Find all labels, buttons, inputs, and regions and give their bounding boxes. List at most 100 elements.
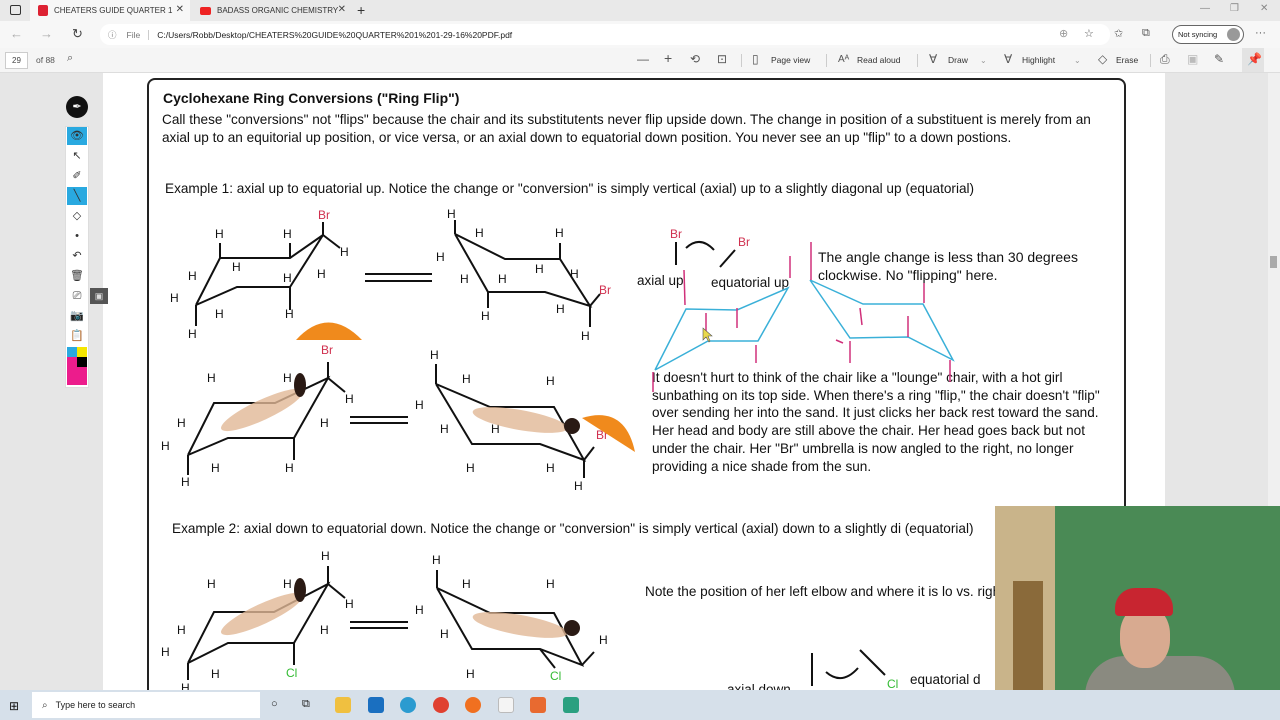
color-swatch-black[interactable]	[77, 357, 87, 367]
camera-icon[interactable]: 📷	[67, 307, 87, 325]
svg-text:H: H	[462, 372, 471, 386]
svg-text:H: H	[320, 416, 329, 430]
svg-text:H: H	[232, 260, 241, 274]
color-swatch-cyan[interactable]	[67, 347, 77, 357]
taskbar: ⊞ ⌕ Type here to search ○ ⧉	[0, 690, 1280, 720]
dot-size-icon[interactable]: •	[67, 227, 87, 245]
trash-icon[interactable]: 🗑	[67, 267, 87, 285]
svg-text:Br: Br	[599, 283, 611, 297]
mail-icon[interactable]	[368, 697, 384, 713]
svg-text:H: H	[215, 307, 224, 321]
chrome-icon[interactable]	[433, 697, 449, 713]
svg-text:H: H	[285, 461, 294, 475]
svg-text:H: H	[170, 291, 179, 305]
equilibrium-arrow	[365, 273, 432, 282]
svg-text:H: H	[340, 245, 349, 259]
app-icon[interactable]	[563, 697, 579, 713]
svg-text:H: H	[432, 553, 441, 567]
sketch-axial-marks	[652, 242, 951, 392]
svg-text:H: H	[283, 271, 292, 285]
svg-text:Br: Br	[738, 235, 750, 249]
svg-text:H: H	[215, 227, 224, 241]
taskbar-search[interactable]: ⌕ Type here to search	[32, 692, 260, 718]
umbrella-image	[296, 322, 362, 340]
webcam-person-cap	[1115, 588, 1173, 616]
pen-logo-icon[interactable]: ✒	[66, 96, 88, 118]
undo-icon[interactable]: ↶	[67, 247, 87, 265]
svg-text:H: H	[546, 374, 555, 388]
annotation-toolbar: ✒ 👁 ↖ ✐ ╲ ◇ • ↶ 🗑 ⎚ 📷 📋	[65, 96, 89, 388]
eye-icon[interactable]: 👁	[67, 127, 87, 145]
svg-text:H: H	[574, 479, 583, 493]
svg-text:H: H	[211, 667, 220, 681]
svg-text:Cl: Cl	[286, 666, 297, 680]
svg-text:H: H	[581, 329, 590, 343]
svg-text:H: H	[321, 549, 330, 563]
svg-text:H: H	[462, 577, 471, 591]
svg-text:Cl: Cl	[887, 677, 898, 691]
marker-icon[interactable]: ✐	[67, 167, 87, 185]
svg-text:H: H	[535, 262, 544, 276]
svg-text:H: H	[345, 392, 354, 406]
pen-icon[interactable]: ╲	[67, 187, 87, 205]
svg-text:H: H	[440, 422, 449, 436]
whiteboard-popout-button[interactable]: ▣	[90, 288, 108, 304]
svg-text:H: H	[546, 461, 555, 475]
equilibrium-arrow	[350, 621, 408, 629]
svg-text:H: H	[415, 603, 424, 617]
file-explorer-icon[interactable]	[335, 697, 351, 713]
svg-text:H: H	[475, 226, 484, 240]
whiteboard-icon[interactable]: ⎚	[67, 287, 87, 305]
svg-text:H: H	[285, 307, 294, 321]
search-placeholder: Type here to search	[55, 700, 136, 710]
svg-text:H: H	[181, 475, 190, 489]
sunbather-image	[220, 388, 568, 638]
task-view-icon[interactable]: ⧉	[302, 698, 310, 711]
cortana-icon[interactable]: ○	[271, 698, 278, 710]
clipboard-icon[interactable]: 📋	[67, 327, 87, 345]
br-label: Br	[318, 208, 330, 222]
svg-text:H: H	[161, 645, 170, 659]
svg-text:H: H	[283, 227, 292, 241]
umbrella-image	[582, 415, 635, 452]
svg-text:H: H	[466, 667, 475, 681]
svg-text:Cl: Cl	[550, 669, 561, 683]
svg-text:H: H	[207, 577, 216, 591]
svg-text:H: H	[207, 371, 216, 385]
firefox-icon[interactable]	[465, 697, 481, 713]
svg-text:H: H	[188, 327, 197, 341]
svg-text:H: H	[498, 272, 507, 286]
svg-text:H: H	[320, 623, 329, 637]
search-icon: ⌕	[42, 699, 48, 711]
svg-text:H: H	[555, 226, 564, 240]
svg-text:H: H	[556, 302, 565, 316]
webcam-overlay	[995, 506, 1280, 720]
svg-text:H: H	[466, 461, 475, 475]
edge-icon[interactable]	[400, 697, 416, 713]
color-swatch-yellow[interactable]	[77, 347, 87, 357]
equilibrium-arrow	[350, 416, 408, 424]
notepad-icon[interactable]	[498, 697, 514, 713]
eraser-icon[interactable]: ◇	[67, 207, 87, 225]
svg-text:H: H	[283, 371, 292, 385]
svg-text:H: H	[188, 269, 197, 283]
select-arrow-icon[interactable]: ↖	[67, 147, 87, 165]
annotation-tool-list: 👁 ↖ ✐ ╲ ◇ • ↶ 🗑 ⎚ 📷 📋	[65, 126, 89, 388]
svg-text:H: H	[161, 439, 170, 453]
svg-text:H: H	[317, 267, 326, 281]
svg-text:Br: Br	[321, 343, 333, 357]
svg-text:H: H	[546, 577, 555, 591]
app-icon[interactable]	[530, 697, 546, 713]
svg-text:H: H	[283, 577, 292, 591]
svg-text:H: H	[177, 623, 186, 637]
svg-text:H: H	[440, 627, 449, 641]
svg-text:H: H	[345, 597, 354, 611]
svg-text:H: H	[599, 633, 608, 647]
svg-text:H: H	[570, 267, 579, 281]
mouse-cursor	[702, 327, 713, 343]
windows-start-icon[interactable]: ⊞	[9, 699, 19, 713]
svg-text:H: H	[447, 207, 456, 221]
svg-text:H: H	[177, 416, 186, 430]
color-palette[interactable]	[67, 347, 87, 385]
svg-text:H: H	[436, 250, 445, 264]
